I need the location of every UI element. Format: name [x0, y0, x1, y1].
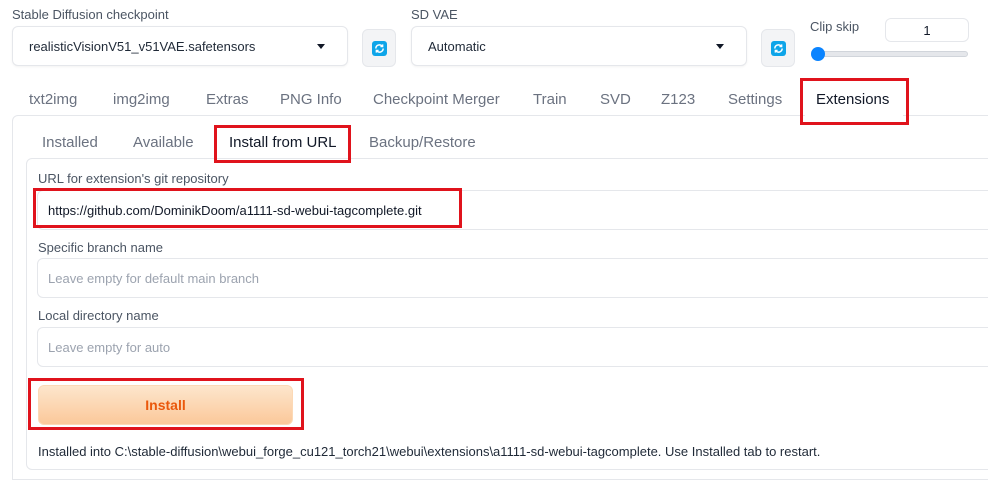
- tab-train[interactable]: Train: [533, 91, 567, 108]
- tab-img2img[interactable]: img2img: [113, 91, 170, 108]
- tab-txt2img[interactable]: txt2img: [29, 91, 77, 108]
- clip-skip-label: Clip skip: [810, 19, 860, 34]
- tab-checkpoint-merger[interactable]: Checkpoint Merger: [373, 91, 500, 108]
- tab-extensions-connector: [805, 114, 903, 117]
- chevron-down-icon: [317, 44, 325, 49]
- subtab-available[interactable]: Available: [133, 134, 194, 151]
- subtab-installed[interactable]: Installed: [42, 134, 98, 151]
- checkpoint-select[interactable]: realisticVisionV51_v51VAE.safetensors: [12, 26, 348, 66]
- url-input[interactable]: https://github.com/DominikDoom/a1111-sd-…: [37, 190, 988, 230]
- vae-value: Automatic: [428, 38, 486, 54]
- clip-skip-number-input[interactable]: 1: [885, 18, 969, 42]
- tab-png-info[interactable]: PNG Info: [280, 91, 342, 108]
- vae-label: SD VAE: [411, 7, 458, 22]
- tab-svd[interactable]: SVD: [600, 91, 631, 108]
- checkpoint-value: realisticVisionV51_v51VAE.safetensors: [29, 38, 256, 54]
- tab-z123[interactable]: Z123: [661, 91, 695, 108]
- clip-skip-slider-track[interactable]: [812, 51, 968, 57]
- refresh-icon: [371, 40, 387, 56]
- dir-label: Local directory name: [38, 308, 159, 323]
- tab-settings[interactable]: Settings: [728, 91, 782, 108]
- install-result-text: Installed into C:\stable-diffusion\webui…: [38, 444, 821, 459]
- branch-input[interactable]: Leave empty for default main branch: [37, 258, 988, 298]
- clip-skip-slider-thumb[interactable]: [811, 47, 825, 61]
- checkpoint-label: Stable Diffusion checkpoint: [12, 7, 169, 22]
- refresh-checkpoint-button[interactable]: [362, 29, 396, 67]
- refresh-icon: [770, 40, 786, 56]
- tab-extras[interactable]: Extras: [206, 91, 249, 108]
- vae-select[interactable]: Automatic: [411, 26, 747, 66]
- refresh-vae-button[interactable]: [761, 29, 795, 67]
- subtab-backup-restore[interactable]: Backup/Restore: [369, 134, 476, 151]
- dir-input[interactable]: Leave empty for auto: [37, 327, 988, 367]
- url-label: URL for extension's git repository: [38, 171, 229, 186]
- install-button[interactable]: Install: [38, 385, 293, 425]
- branch-label: Specific branch name: [38, 240, 164, 255]
- tab-extensions[interactable]: Extensions: [816, 91, 889, 108]
- subtab-install-from-url[interactable]: Install from URL: [229, 134, 337, 151]
- chevron-down-icon: [716, 44, 724, 49]
